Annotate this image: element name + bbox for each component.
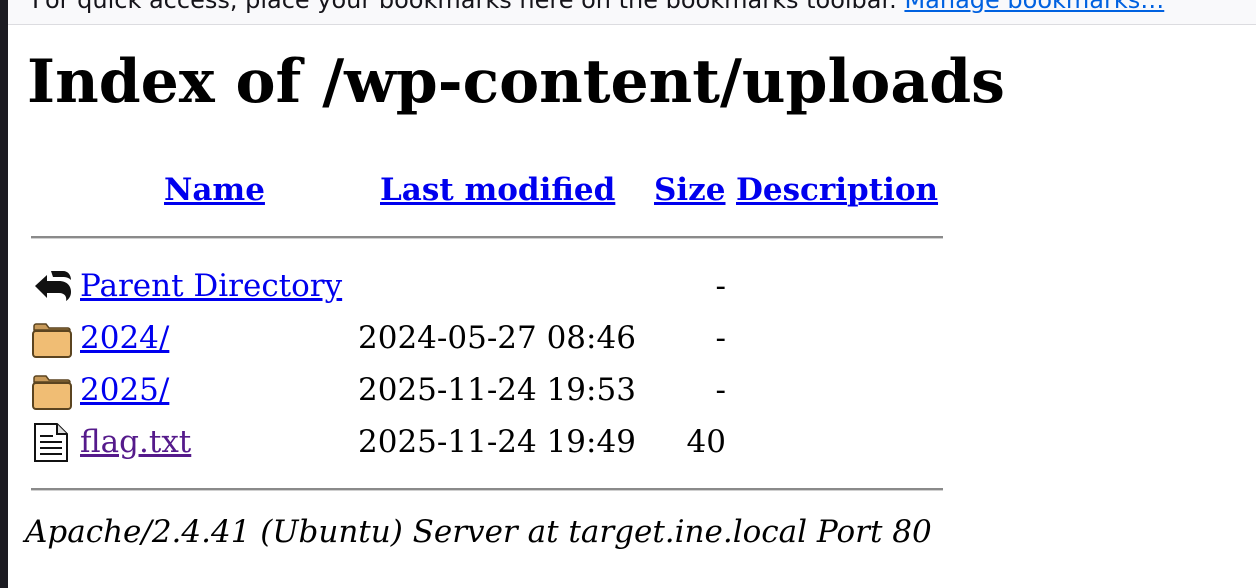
footer-divider — [31, 488, 943, 491]
sort-by-description-link[interactable]: Description — [736, 170, 938, 210]
file-link-flag-txt[interactable]: flag.txt — [80, 422, 191, 462]
page-title: Index of /wp-content/uploads — [27, 47, 1005, 117]
parent-directory-link[interactable]: Parent Directory — [80, 266, 342, 306]
manage-bookmarks-link[interactable]: Manage bookmarks… — [904, 0, 1164, 14]
size-cell: - — [715, 320, 726, 356]
header-divider — [31, 236, 943, 239]
last-modified-cell: 2025-11-24 19:49 — [358, 424, 636, 460]
folder-icon — [32, 323, 72, 358]
bookmarks-toolbar: For quick access, place your bookmarks h… — [8, 0, 1256, 25]
size-cell: - — [715, 372, 726, 408]
sort-by-last-modified-link[interactable]: Last modified — [380, 170, 615, 210]
size-cell: - — [715, 268, 726, 304]
bookmarks-toolbar-message: For quick access, place your bookmarks h… — [32, 0, 1164, 14]
window-left-edge — [0, 0, 8, 588]
last-modified-cell: 2024-05-27 08:46 — [358, 320, 636, 356]
folder-icon — [32, 375, 72, 410]
folder-link-2025[interactable]: 2025/ — [80, 370, 169, 410]
text-file-icon — [34, 423, 68, 462]
bookmarks-empty-text: For quick access, place your bookmarks h… — [32, 0, 897, 14]
back-arrow-icon — [35, 271, 71, 301]
server-signature: Apache/2.4.41 (Ubuntu) Server at target.… — [25, 514, 932, 550]
folder-link-2024[interactable]: 2024/ — [80, 318, 169, 358]
sort-by-size-link[interactable]: Size — [654, 170, 726, 210]
sort-by-name-link[interactable]: Name — [164, 170, 265, 210]
size-cell: 40 — [686, 424, 726, 460]
last-modified-cell: 2025-11-24 19:53 — [358, 372, 636, 408]
